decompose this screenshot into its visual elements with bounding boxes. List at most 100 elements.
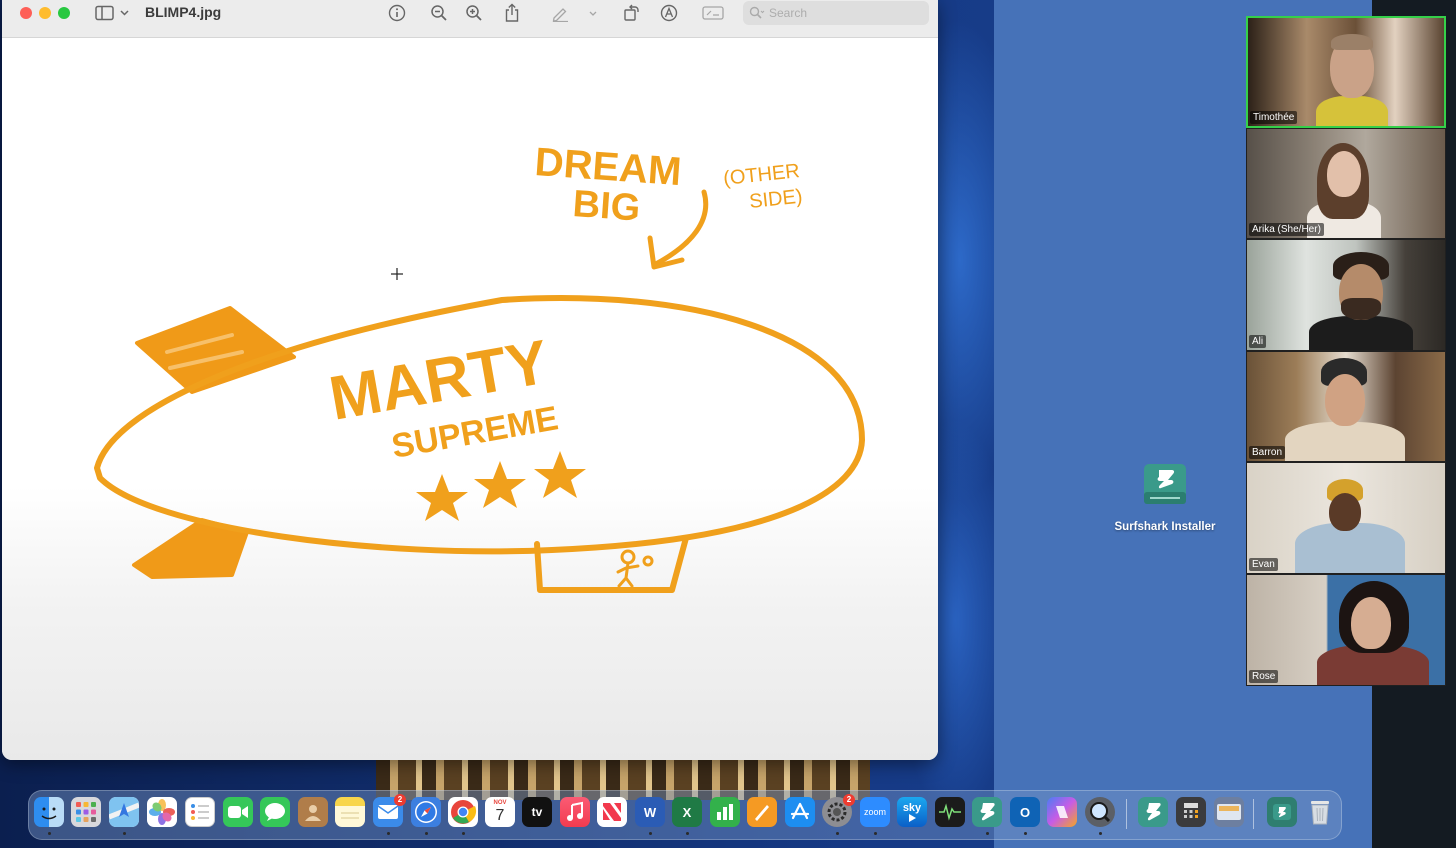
- video-tile-rose[interactable]: Rose: [1246, 573, 1446, 686]
- calendar-month: NOV: [493, 800, 507, 806]
- apple-tv-app[interactable]: tv: [522, 797, 552, 827]
- running-indicator: [836, 832, 839, 835]
- outlook-app[interactable]: O: [1010, 797, 1040, 827]
- screenshot-stack[interactable]: [1214, 797, 1244, 827]
- word-icon: W: [643, 804, 657, 820]
- sky-go-app[interactable]: sky: [897, 797, 927, 827]
- video-tile-timothee[interactable]: Timothée: [1246, 16, 1446, 128]
- person-head: [1327, 150, 1361, 197]
- zoom-in-button[interactable]: [463, 2, 485, 24]
- numbers-bars-icon: [717, 804, 733, 820]
- excel-app[interactable]: X: [672, 797, 702, 827]
- rotate-button[interactable]: [620, 2, 642, 24]
- zoom-app[interactable]: zoom: [860, 797, 890, 827]
- info-button[interactable]: [386, 2, 408, 24]
- share-icon: [505, 3, 519, 22]
- minimize-window-button[interactable]: [39, 7, 51, 19]
- video-tile-arika[interactable]: Arika (She/Her): [1246, 127, 1446, 240]
- messages-bubble-icon: [265, 803, 285, 821]
- markup-button[interactable]: [549, 2, 599, 24]
- surfshark-installer-file[interactable]: Surfshark Installer: [1104, 458, 1226, 533]
- app-store-app[interactable]: [785, 797, 815, 827]
- person-torso: [1285, 421, 1405, 462]
- sidebar-icon: [95, 5, 129, 21]
- annotate-button[interactable]: [658, 2, 680, 24]
- search-placeholder: Search: [769, 6, 808, 20]
- blimp-drawing: DREAM BIG (OTHER SIDE) MARTY SUPREME: [94, 140, 865, 593]
- app-store-icon: [790, 802, 810, 820]
- music-app[interactable]: [560, 797, 590, 827]
- three-stars-icon: [416, 451, 586, 521]
- calculator-app[interactable]: [1176, 797, 1206, 827]
- pen-icon: [552, 8, 597, 22]
- mail-app[interactable]: 2: [373, 794, 406, 827]
- surfshark-recent-app[interactable]: [1138, 797, 1168, 827]
- launchpad-app[interactable]: [71, 797, 101, 827]
- mail-envelope-icon: [377, 805, 399, 819]
- arrow-down-icon: [647, 189, 709, 270]
- dock: 2 NOV 7 tv W X 2 zoom sky O: [28, 790, 1342, 840]
- window-titlebar[interactable]: BLIMP4.jpg Search: [2, 0, 938, 38]
- participant-name: Arika (She/Her): [1249, 223, 1324, 237]
- participant-name: Barron: [1249, 446, 1286, 460]
- dock-separator: [1126, 799, 1127, 829]
- rotate-icon: [624, 4, 639, 21]
- surfshark-disk-icon: [1144, 464, 1186, 504]
- share-button[interactable]: [501, 2, 523, 24]
- person-torso: [1295, 523, 1405, 573]
- calendar-app[interactable]: NOV 7: [485, 797, 515, 827]
- preview-window: BLIMP4.jpg Search DREAM BIG (OTHER SIDE)…: [2, 0, 938, 760]
- calculator-icon: [1184, 803, 1198, 818]
- numbers-app[interactable]: [710, 797, 740, 827]
- pages-app[interactable]: [747, 797, 777, 827]
- photos-flower-icon: [149, 799, 175, 825]
- person-head: [1329, 493, 1361, 532]
- word-app[interactable]: W: [635, 797, 665, 827]
- chrome-app[interactable]: [448, 797, 478, 827]
- search-field[interactable]: Search: [743, 1, 929, 25]
- form-filling-button[interactable]: [701, 2, 725, 24]
- video-tile-barron[interactable]: Barron: [1246, 350, 1446, 463]
- participant-name: Evan: [1249, 557, 1278, 571]
- person-head: [1325, 373, 1365, 426]
- video-tile-ali[interactable]: Ali: [1246, 239, 1446, 351]
- excel-icon: X: [682, 804, 692, 820]
- trash-can-icon: [1311, 801, 1329, 825]
- copilot-app[interactable]: [1047, 797, 1077, 827]
- big-text: BIG: [571, 183, 641, 230]
- news-app[interactable]: [597, 797, 627, 827]
- play-icon: [909, 814, 916, 822]
- zoom-out-button[interactable]: [428, 2, 450, 24]
- messages-app[interactable]: [260, 797, 290, 827]
- fullscreen-window-button[interactable]: [58, 7, 70, 19]
- close-window-button[interactable]: [20, 7, 32, 19]
- facetime-app[interactable]: [223, 797, 253, 827]
- surfshark-app[interactable]: [972, 797, 1002, 827]
- video-tile-evan[interactable]: Evan: [1246, 462, 1446, 574]
- safari-app[interactable]: [411, 797, 441, 827]
- activity-monitor-app[interactable]: [935, 797, 965, 827]
- running-indicator: [387, 832, 390, 835]
- maps-app[interactable]: [109, 797, 139, 827]
- quicktime-app[interactable]: [1085, 797, 1115, 827]
- calendar-day: 7: [495, 807, 505, 824]
- reminders-app[interactable]: [185, 797, 215, 827]
- contacts-book-icon: [305, 805, 321, 821]
- contacts-app[interactable]: [298, 797, 328, 827]
- other-text: (OTHER: [722, 160, 801, 190]
- system-settings-app[interactable]: 2: [822, 794, 855, 827]
- pages-pen-icon: [755, 805, 769, 821]
- downloads-stack[interactable]: [1267, 797, 1297, 827]
- settings-badge: 2: [843, 794, 855, 806]
- participant-name: Ali: [1249, 334, 1267, 348]
- search-icon: [749, 6, 765, 19]
- trash[interactable]: [1305, 797, 1335, 827]
- safari-compass-icon: [415, 801, 437, 823]
- photos-app[interactable]: [147, 797, 177, 827]
- sidebar-toggle-button[interactable]: [94, 2, 132, 24]
- zoom-out-icon: [431, 5, 447, 21]
- finder-app[interactable]: [34, 797, 64, 827]
- copilot-icon: [1056, 806, 1068, 818]
- participant-name: Rose: [1249, 669, 1279, 683]
- notes-app[interactable]: [335, 797, 365, 827]
